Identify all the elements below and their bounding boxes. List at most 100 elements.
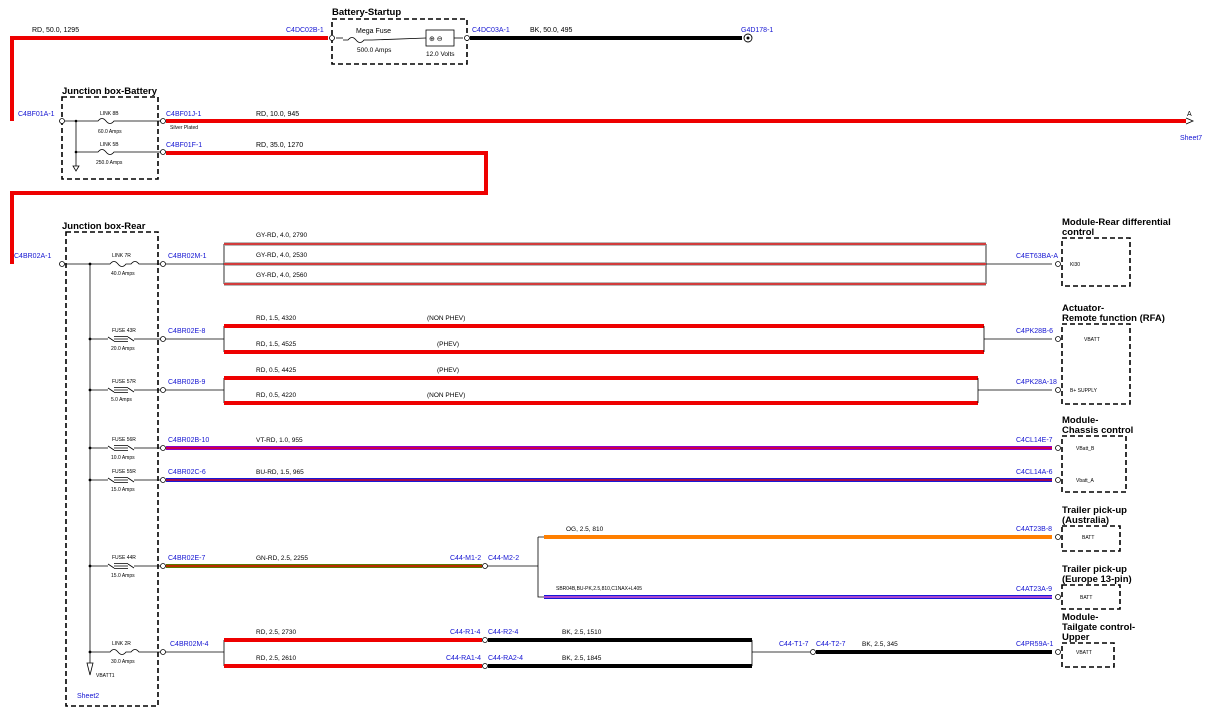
fuse-symbol (90, 445, 160, 451)
conn-c4at23b: C4AT23B-8 (1016, 526, 1052, 533)
conn-c4br02b9: C4BR02B-9 (168, 379, 205, 386)
rear-fuse-1: FUSE 43R 20.0 Amps (88, 328, 166, 352)
vbatt-label: VBATT1 (96, 673, 115, 679)
fuse-output-terminal (160, 649, 166, 655)
wire-965-label: BU-RD, 1.5, 965 (256, 469, 304, 476)
offpage-letter: A (1187, 111, 1192, 118)
pin-label: BATT (1082, 535, 1094, 541)
mega-fuse-symbol (343, 37, 372, 43)
fuse-rating: 5.0 Amps (111, 397, 132, 403)
fuse-name: FUSE 57R (112, 379, 136, 385)
conn-c44ra2: C44-RA2-4 (488, 655, 523, 662)
wire-945-label: RD, 10.0, 945 (256, 111, 299, 118)
conn-c44t1: C44-T1-7 (779, 641, 809, 648)
fuse-symbol (90, 336, 160, 342)
conn-c4bf01a: C4BF01A-1 (18, 111, 55, 118)
fuse-name: LINK 2R (112, 641, 131, 647)
fuse-rating: 15.0 Amps (111, 573, 135, 579)
battery-startup-title: Battery-Startup (332, 7, 401, 18)
conn-c4bf01f: C4BF01F-1 (166, 142, 202, 149)
fuse-name: FUSE 56R (112, 437, 136, 443)
wire-345-label: BK, 2.5, 345 (862, 641, 898, 648)
wire-4425-label: RD, 0.5, 4425 (256, 367, 296, 374)
wire-2560-label: GY-RD, 4.0, 2560 (256, 272, 307, 279)
offpage-arrow (1185, 117, 1195, 125)
conn-c4cl14a: C4CL14A-6 (1016, 469, 1053, 476)
link-8b-rating: 60.0 Amps (98, 129, 122, 135)
conn-c44r1: C44-R1-4 (450, 629, 480, 636)
rear-fuse-0: LINK 7R 40.0 Amps (88, 253, 166, 277)
pin-label-2: Vbatt_A (1076, 478, 1094, 484)
conn-c4br02a: C4BR02A-1 (14, 253, 51, 260)
fuse-name: FUSE 44R (112, 555, 136, 561)
conn-c4br02m4: C4BR02M-4 (170, 641, 209, 648)
silver-plated-note: Silver Plated (170, 125, 198, 131)
battery-terminals: ⊕ ⊖ (429, 36, 443, 43)
fuse-output-terminal (160, 336, 166, 342)
conn-c4br02e7: C4BR02E-7 (168, 555, 205, 562)
rear-fuse-4: FUSE 55R 15.0 Amps (88, 469, 166, 493)
wire-sbr04b-label: SBR04B,BU-PK,2.5,810,C1NAX+L405 (556, 586, 642, 592)
wire-1295 (10, 36, 328, 121)
conn-c4bf01j: C4BF01J-1 (166, 111, 202, 118)
note-non-phev-2: (NON PHEV) (427, 392, 465, 399)
mega-fuse-name: Mega Fuse (356, 28, 391, 35)
pin-label-2: B+ SUPPLY (1070, 388, 1098, 394)
conn-c44r2: C44-R2-4 (488, 629, 518, 636)
pin-label: BATT (1080, 595, 1092, 601)
fuse-output-terminal (160, 563, 166, 569)
conn-c4br02b10: C4BR02B-10 (168, 437, 209, 444)
fuse-symbol (90, 649, 160, 655)
offpage-sheet: Sheet7 (1180, 135, 1202, 142)
jb-rear-title: Junction box-Rear (62, 221, 146, 232)
pin-label: Kl30 (1070, 262, 1080, 268)
rear-fuse-3: FUSE 56R 10.0 Amps (88, 437, 166, 461)
fuse-symbol (90, 387, 160, 393)
module-title-2: (Europe 13-pin) (1062, 574, 1132, 585)
conn-c4br02e8: C4BR02E-8 (168, 328, 205, 335)
wire-2730-label: RD, 2.5, 2730 (256, 629, 296, 636)
note-non-phev-1: (NON PHEV) (427, 315, 465, 322)
fuse-rating: 30.0 Amps (111, 659, 135, 665)
fuse-name: FUSE 43R (112, 328, 136, 334)
conn-c4br02c6: C4BR02C-6 (168, 469, 206, 476)
module-title-2: control (1062, 227, 1094, 238)
module-box (1061, 435, 1127, 493)
fuse-name: FUSE 55R (112, 469, 136, 475)
module-title-2: (Australia) (1062, 515, 1109, 526)
conn-c44t2: C44-T2-7 (816, 641, 846, 648)
module-tailgate-control: Module- Tailgate control- Upper VBATT (1061, 612, 1135, 668)
conn-c4dc02b: C4DC02B-1 (286, 27, 324, 34)
wire-4320-label: RD, 1.5, 4320 (256, 315, 296, 322)
conn-c4at23a: C4AT23A-9 (1016, 586, 1052, 593)
wire-955-label: VT-RD, 1.0, 955 (256, 437, 303, 444)
link-5b-rating: 250.0 Amps (96, 160, 123, 166)
mega-fuse-rating: 500.0 Amps (357, 47, 392, 54)
wire-2790-label: GY-RD, 4.0, 2790 (256, 232, 307, 239)
pin-label: VBatt_B (1076, 446, 1095, 452)
pin-label: VBATT (1076, 650, 1092, 656)
wire-2530-label: GY-RD, 4.0, 2530 (256, 252, 307, 259)
wire-495-label: BK, 50.0, 495 (530, 27, 573, 34)
fuse-output-terminal (160, 387, 166, 393)
conn-c4cl14e: C4CL14E-7 (1016, 437, 1053, 444)
module-trailer-europe: Trailer pick-up (Europe 13-pin) BATT (1061, 564, 1132, 610)
rear-fuse-2: FUSE 57R 5.0 Amps (88, 379, 166, 403)
fuse-rating: 20.0 Amps (111, 346, 135, 352)
conn-c4dc03a: C4DC03A-1 (472, 27, 510, 34)
vbatt-arrow (86, 662, 94, 676)
module-trailer-australia: Trailer pick-up (Australia) BATT (1061, 505, 1127, 552)
wire-2255-label: GN-RD, 2.5, 2255 (256, 555, 308, 562)
pin-label: VBATT (1084, 337, 1100, 343)
fuse-output-terminal (160, 477, 166, 483)
jb-rear-sheet: Sheet2 (77, 693, 99, 700)
wire-1295-label: RD, 50.0, 1295 (32, 27, 79, 34)
fuse-symbol (90, 477, 160, 483)
module-title-3: Upper (1062, 632, 1090, 643)
conn-c4br02m1: C4BR02M-1 (168, 253, 207, 260)
note-phev-1: (PHEV) (437, 341, 459, 348)
fuse-output-terminal (160, 261, 166, 267)
module-chassis-control: Module- Chassis control VBatt_B Vbatt_A (1061, 415, 1133, 493)
module-title-2: Remote function (RFA) (1062, 313, 1165, 324)
conn-c4pr59a: C4PR59A-1 (1016, 641, 1053, 648)
